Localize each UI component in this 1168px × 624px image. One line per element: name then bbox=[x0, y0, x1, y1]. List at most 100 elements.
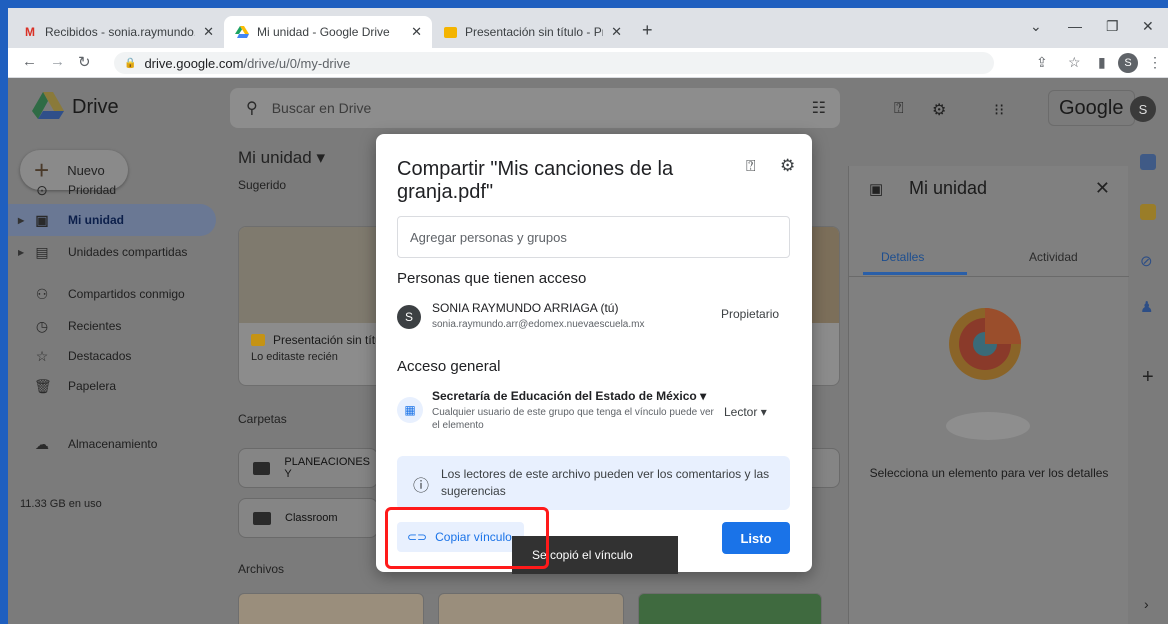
people-with-access-heading: Personas que tienen acceso bbox=[397, 270, 587, 287]
access-scope-dropdown[interactable]: Secretaría de Educación del Estado de Mé… bbox=[432, 389, 706, 403]
divider bbox=[849, 276, 1129, 277]
drive-app-name: Drive bbox=[72, 96, 119, 118]
done-button[interactable]: Listo bbox=[722, 522, 790, 554]
files-label: Archivos bbox=[238, 562, 285, 576]
slides-icon bbox=[251, 334, 265, 346]
keep-icon[interactable] bbox=[1140, 204, 1156, 220]
page-title[interactable]: Mi unidad ▾ bbox=[238, 148, 325, 168]
sidebar-item-prioridad[interactable]: ⊙ Prioridad bbox=[8, 174, 216, 206]
domain-building-icon: ▦ bbox=[397, 397, 423, 423]
settings-gear-icon[interactable]: ⚙ bbox=[780, 156, 795, 176]
sidebar-item-label: Mi unidad bbox=[68, 213, 124, 227]
folder-icon bbox=[253, 511, 271, 525]
address-bar[interactable]: 🔒 drive.google.com/drive/u/0/my-drive bbox=[114, 52, 994, 74]
tab-strip: M Recibidos - sonia.raymundo.arr@ ✕ Mi u… bbox=[8, 8, 1168, 48]
close-tab-icon[interactable]: ✕ bbox=[611, 24, 622, 40]
folder-item[interactable]: Classroom bbox=[238, 498, 378, 538]
add-people-input[interactable]: Agregar personas y grupos bbox=[397, 216, 790, 258]
empty-details-illustration bbox=[946, 308, 1030, 440]
sidebar-item-label: Recientes bbox=[68, 319, 122, 333]
add-addon-icon[interactable]: + bbox=[1142, 366, 1154, 389]
clock-icon: ◷ bbox=[35, 317, 49, 334]
tab-gmail[interactable]: M Recibidos - sonia.raymundo.arr@ ✕ bbox=[12, 16, 224, 48]
close-icon[interactable]: ✕ bbox=[1095, 178, 1110, 199]
tasks-icon[interactable]: ⊘ bbox=[1140, 252, 1156, 270]
trash-icon: 🗑 bbox=[34, 377, 52, 394]
person-name: SONIA RAYMUNDO ARRIAGA (tú) bbox=[432, 301, 619, 315]
tab-title: Presentación sin título - Presenta bbox=[465, 25, 603, 39]
sidebar-item-recientes[interactable]: ◷ Recientes bbox=[8, 310, 216, 342]
back-icon[interactable]: ← bbox=[22, 53, 37, 70]
tab-slides[interactable]: Presentación sin título - Presenta ✕ bbox=[432, 16, 632, 48]
side-panel-icon[interactable]: ▮ bbox=[1098, 54, 1106, 71]
shared-drives-icon: ▤ bbox=[35, 243, 49, 260]
active-tab-indicator bbox=[863, 272, 967, 275]
share-page-icon[interactable]: ⇪ bbox=[1036, 54, 1048, 71]
gmail-icon: M bbox=[25, 25, 35, 39]
sidebar-item-label: Compartidos conmigo bbox=[68, 287, 185, 301]
role-dropdown[interactable]: Lector ▾ bbox=[724, 405, 767, 419]
tab-actividad[interactable]: Actividad bbox=[1029, 250, 1078, 264]
reload-icon[interactable]: ↻ bbox=[78, 53, 91, 71]
help-icon[interactable]: ⍰ bbox=[746, 158, 756, 176]
bookmark-star-icon[interactable]: ☆ bbox=[1068, 54, 1081, 71]
info-banner-text: Los lectores de este archivo pueden ver … bbox=[441, 467, 770, 498]
expand-caret-icon[interactable]: ▶ bbox=[18, 248, 24, 257]
details-title: Mi unidad bbox=[909, 178, 988, 198]
restore-icon[interactable]: ❐ bbox=[1106, 18, 1119, 35]
google-account-label[interactable]: Google bbox=[1048, 90, 1135, 126]
url-host: drive.google.com bbox=[144, 55, 244, 71]
file-thumbnail[interactable] bbox=[438, 593, 624, 624]
forward-icon[interactable]: → bbox=[50, 53, 65, 70]
slides-icon bbox=[442, 24, 458, 40]
sidebar-item-papelera[interactable]: 🗑 Papelera bbox=[8, 370, 216, 402]
avatar: S bbox=[397, 305, 421, 329]
lock-icon: 🔒 bbox=[124, 57, 137, 69]
drive-header: Drive ⚲ Buscar en Drive ☷ ⍰ ⚙ ⁝⁝ Google … bbox=[8, 78, 1168, 138]
suggested-card-title: Presentación sin títul bbox=[273, 333, 385, 347]
sidebar-item-compartidos-conmigo[interactable]: ⚇ Compartidos conmigo bbox=[8, 278, 216, 310]
owner-role-label: Propietario bbox=[721, 307, 780, 321]
share-dialog-title: Compartir "Mis canciones de la granja.pd… bbox=[397, 158, 674, 203]
sidebar-item-label: Papelera bbox=[68, 379, 117, 393]
calendar-icon[interactable] bbox=[1140, 154, 1156, 170]
search-placeholder: Buscar en Drive bbox=[271, 100, 372, 116]
access-scope-description: Cualquier usuario de este grupo que teng… bbox=[432, 407, 714, 431]
search-options-icon[interactable]: ☷ bbox=[812, 98, 826, 118]
url-path: /drive/u/0/my-drive bbox=[243, 55, 351, 71]
new-tab-icon[interactable]: + bbox=[642, 20, 653, 41]
details-panel: ▣ Mi unidad ✕ Detalles Actividad Selecci… bbox=[848, 166, 1129, 624]
info-icon: ⓘ bbox=[413, 478, 430, 495]
close-tab-icon[interactable]: ✕ bbox=[203, 24, 214, 40]
tab-detalles[interactable]: Detalles bbox=[881, 250, 924, 264]
expand-caret-icon[interactable]: ▶ bbox=[18, 216, 24, 225]
check-circle-icon: ⊙ bbox=[36, 181, 48, 198]
browser-profile-avatar[interactable]: S bbox=[1118, 53, 1138, 73]
close-window-icon[interactable]: ✕ bbox=[1142, 18, 1154, 35]
sidebar-item-label: Unidades compartidas bbox=[68, 245, 188, 259]
tab-search-icon[interactable]: ⌄ bbox=[1030, 18, 1042, 35]
sidebar-item-mi-unidad[interactable]: ▶ ▣ Mi unidad bbox=[8, 204, 216, 236]
sidebar-item-unidades-compartidas[interactable]: ▶ ▤ Unidades compartidas bbox=[8, 236, 216, 268]
suggested-label: Sugerido bbox=[238, 178, 287, 192]
tab-drive[interactable]: Mi unidad - Google Drive ✕ bbox=[224, 16, 432, 48]
chevron-right-icon[interactable]: › bbox=[1144, 596, 1149, 612]
my-drive-icon: ▣ bbox=[35, 211, 49, 228]
drive-search-input[interactable]: ⚲ Buscar en Drive ☷ bbox=[230, 88, 840, 128]
help-icon[interactable]: ⍰ bbox=[894, 100, 904, 118]
address-row: ← → ↻ 🔒 drive.google.com/drive/u/0/my-dr… bbox=[8, 48, 1168, 78]
close-tab-icon[interactable]: ✕ bbox=[411, 24, 422, 40]
folder-item[interactable]: PLANEACIONES Y bbox=[238, 448, 378, 488]
apps-grid-icon[interactable]: ⁝⁝ bbox=[994, 100, 1004, 120]
settings-gear-icon[interactable]: ⚙ bbox=[932, 100, 946, 120]
sidebar-item-almacenamiento[interactable]: ☁ Almacenamiento bbox=[8, 428, 216, 460]
contacts-icon[interactable]: ♟ bbox=[1140, 298, 1156, 316]
minimize-icon[interactable]: — bbox=[1068, 18, 1082, 34]
file-thumbnail[interactable] bbox=[238, 593, 424, 624]
details-empty-text: Selecciona un elemento para ver los deta… bbox=[869, 466, 1109, 480]
browser-menu-icon[interactable]: ⋮ bbox=[1148, 54, 1162, 71]
account-avatar[interactable]: S bbox=[1130, 96, 1156, 122]
tab-title: Recibidos - sonia.raymundo.arr@ bbox=[45, 25, 195, 39]
file-thumbnail[interactable] bbox=[638, 593, 822, 624]
sidebar-item-destacados[interactable]: ☆ Destacados bbox=[8, 340, 216, 372]
